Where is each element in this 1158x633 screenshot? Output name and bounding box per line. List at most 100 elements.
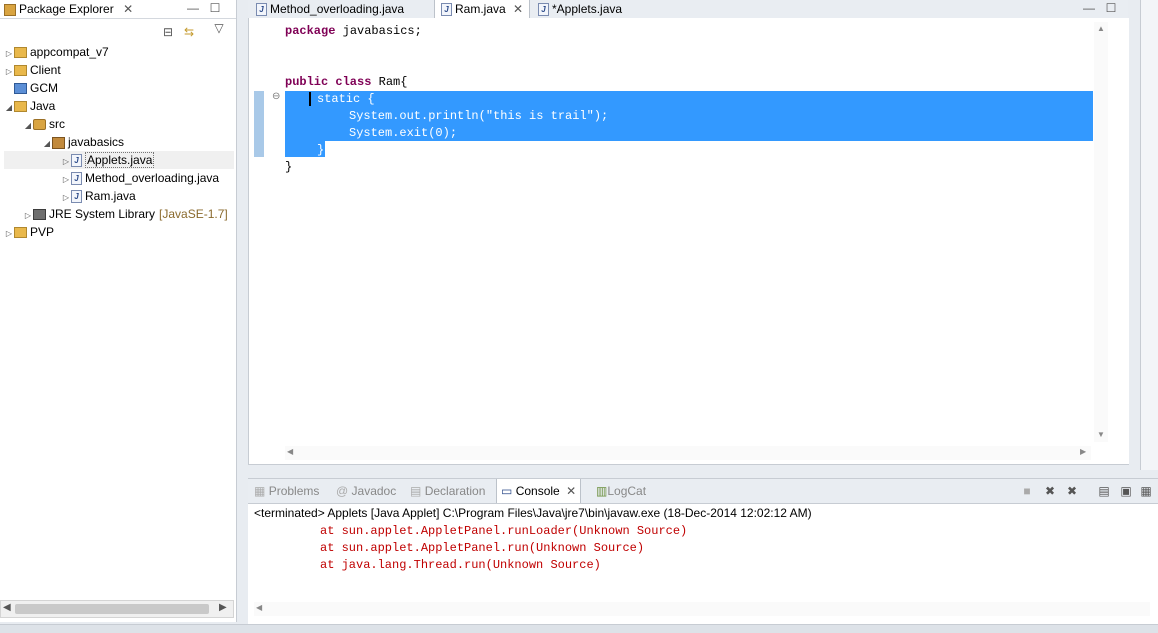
tree-item-pvp[interactable]: ▷ PVP	[4, 223, 234, 241]
console-line: at sun.applet.AppletPanel.run(Unknown So…	[320, 541, 645, 555]
scroll-left-icon[interactable]: ◀	[3, 602, 11, 613]
tree-item-ram-java[interactable]: ▷ J Ram.java	[4, 187, 234, 205]
tree-item-src[interactable]: ◢ src	[4, 115, 234, 133]
close-icon[interactable]: ✕	[566, 484, 576, 498]
bottom-tabbar: ▦ Problems @ Javadoc ▤ Declaration ▭ Con…	[248, 479, 1158, 504]
tab-javadoc[interactable]: @ Javadoc	[332, 479, 400, 503]
project-icon	[14, 47, 27, 59]
console-hscrollbar[interactable]: ◀	[254, 602, 1150, 616]
scroll-right-icon[interactable]: ▶	[219, 602, 227, 613]
project-icon	[14, 65, 27, 77]
tree-item-label: Java	[30, 99, 56, 113]
package-explorer-tab[interactable]: Package Explorer ✕	[0, 0, 137, 18]
editor-tabbar: J Method_overloading.java J Ram.java ✕ J *A…	[248, 0, 1128, 19]
console-icon: ▭	[501, 484, 513, 498]
tree-item-java[interactable]: ◢ Java	[4, 97, 234, 115]
remove-launch-icon[interactable]: ✖	[1042, 483, 1058, 499]
scroll-left-icon[interactable]: ◀	[256, 603, 262, 612]
project-icon	[14, 101, 27, 113]
close-icon[interactable]: ✕	[513, 2, 523, 16]
remove-all-launches-icon[interactable]: ✖	[1064, 483, 1080, 499]
tab-declaration[interactable]: ▤ Declaration	[406, 479, 489, 503]
minimize-icon[interactable]: —	[1081, 0, 1097, 16]
close-icon[interactable]: ✕	[123, 2, 133, 16]
keyword: public class	[285, 75, 372, 89]
scroll-down-icon[interactable]: ▼	[1097, 430, 1105, 439]
package-icon	[52, 136, 65, 149]
pin-console-icon[interactable]: ▦	[1138, 483, 1154, 499]
scroll-up-icon[interactable]: ▲	[1097, 24, 1105, 33]
code-text: System.out.println("this is trail");	[349, 109, 609, 123]
tree-item-label: Applets.java	[85, 152, 155, 168]
tab-label: Problems	[268, 484, 320, 498]
java-file-icon: J	[71, 190, 82, 204]
code-line-5: System.exit(0);	[349, 125, 457, 142]
logcat-icon: ▥	[596, 484, 608, 498]
java-file-icon: J	[71, 154, 82, 168]
link-with-editor-icon[interactable]: ⇆	[181, 24, 197, 40]
code-text: }	[285, 160, 293, 174]
jre-library-icon	[33, 209, 46, 221]
expanded-arrow-icon[interactable]: ◢	[42, 135, 52, 153]
keyword: package	[285, 24, 336, 38]
clear-console-icon[interactable]: ▤	[1096, 483, 1112, 499]
fold-toggle-icon[interactable]: ⊖	[272, 91, 280, 102]
package-explorer-title: Package Explorer	[19, 2, 114, 16]
expanded-arrow-icon[interactable]: ◢	[4, 99, 14, 117]
scroll-lock-icon[interactable]: ▣	[1118, 483, 1134, 499]
code-line-1: package javabasics;	[285, 23, 422, 40]
tree-item-method-overloading-java[interactable]: ▷ J Method_overloading.java	[4, 169, 234, 187]
maximize-icon[interactable]: ☐	[1103, 0, 1119, 16]
scroll-right-icon[interactable]: ▶	[1080, 447, 1086, 456]
code-text: javabasics;	[335, 24, 422, 38]
jre-version-tag: [JavaSE-1.7]	[159, 207, 228, 221]
collapsed-arrow-icon[interactable]: ▷	[4, 225, 14, 243]
code-line-7: }	[285, 159, 292, 176]
java-file-icon: J	[538, 3, 549, 17]
tree-item-label: GCM	[30, 81, 58, 95]
tab-applets[interactable]: J *Applets.java	[532, 0, 628, 18]
tree-item-applets-java[interactable]: ▷ J Applets.java	[4, 151, 234, 169]
tab-logcat[interactable]: ▥LogCat	[592, 479, 650, 503]
code-line-6: }	[317, 142, 324, 159]
code-text: static {	[317, 92, 375, 106]
scroll-thumb[interactable]	[15, 604, 209, 614]
tree-item-label: Ram.java	[85, 189, 136, 203]
code-text: Ram{	[371, 75, 408, 89]
tree-item-label: Client	[30, 63, 61, 77]
tree-item-jre-system-library[interactable]: ▷ JRE System Library [JavaSE-1.7]	[4, 205, 234, 223]
tab-method-overloading[interactable]: J Method_overloading.java	[250, 0, 410, 18]
tab-label: Ram.java	[455, 2, 506, 16]
declaration-icon: ▤	[410, 484, 422, 498]
tree-item-appcompat-v7[interactable]: ▷ appcompat_v7	[4, 43, 234, 61]
tree-item-label: javabasics	[68, 135, 125, 149]
collapse-all-icon[interactable]: ⊟	[160, 24, 176, 40]
scroll-left-icon[interactable]: ◀	[287, 447, 293, 456]
gcm-icon	[14, 83, 27, 95]
problems-icon: ▦	[254, 484, 266, 498]
minimize-icon[interactable]: —	[185, 0, 201, 16]
java-file-icon: J	[256, 3, 267, 17]
project-icon	[14, 227, 27, 239]
expanded-arrow-icon[interactable]: ◢	[23, 117, 33, 135]
tab-label: Declaration	[424, 484, 486, 498]
tab-label: Javadoc	[351, 484, 397, 498]
tab-console[interactable]: ▭ Console ✕	[496, 479, 582, 503]
tab-problems[interactable]: ▦ Problems	[250, 479, 323, 503]
maximize-icon[interactable]: ☐	[207, 0, 223, 16]
package-explorer-hscrollbar[interactable]: ◀ ▶	[0, 600, 234, 618]
code-line-3: static {	[317, 91, 375, 108]
tree-item-javabasics[interactable]: ◢ javabasics	[4, 133, 234, 151]
tree-item-gcm[interactable]: GCM	[4, 79, 234, 97]
editor-vscrollbar[interactable]: ▲ ▼	[1094, 22, 1108, 442]
package-explorer-tabbar: Package Explorer ✕ — ☐	[0, 0, 236, 19]
terminate-icon[interactable]: ■	[1019, 483, 1035, 499]
editor-hscrollbar[interactable]: ◀ ▶	[285, 446, 1091, 460]
tree-item-client[interactable]: ▷ Client	[4, 61, 234, 79]
code-line-4: System.out.println("this is trail");	[349, 108, 608, 125]
view-menu-icon[interactable]: ▽	[211, 20, 227, 36]
tab-ram[interactable]: J Ram.java ✕	[434, 0, 531, 18]
code-text: System.exit(0);	[349, 126, 458, 140]
java-file-icon: J	[71, 172, 82, 186]
src-folder-icon	[33, 119, 46, 131]
